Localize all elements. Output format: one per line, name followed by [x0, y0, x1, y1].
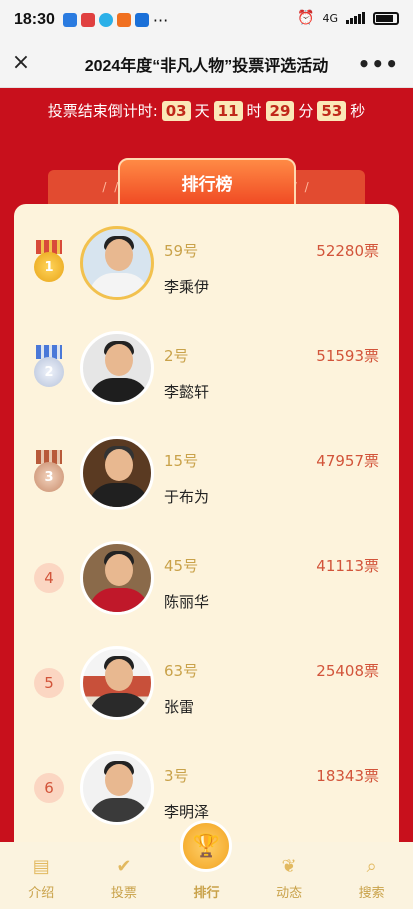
- title-bar: × 2024年度“非凡人物”投票评选活动 •••: [0, 40, 413, 88]
- entry-votes: 47957票: [316, 452, 379, 470]
- entry-number: 59号: [164, 242, 199, 260]
- more-notifications-icon: ···: [152, 10, 169, 30]
- entry-votes: 25408票: [316, 662, 379, 680]
- bronze-medal-icon: 3: [34, 450, 64, 496]
- entry-number: 2号: [164, 347, 189, 365]
- entry-name: 李懿轩: [164, 383, 210, 401]
- nav-vote-label: 投票: [110, 886, 137, 901]
- countdown-day-unit: 天: [194, 102, 210, 120]
- rank-number: 5: [34, 668, 64, 698]
- trophy-icon: 🏆: [180, 820, 233, 872]
- app-red-icon: [80, 13, 95, 27]
- countdown: 投票结束倒计时: 03 天 11 时 29 分 53 秒: [0, 100, 413, 121]
- avatar: [80, 751, 154, 825]
- nav-intro-label: 介绍: [28, 886, 55, 901]
- status-time: 18:30: [14, 11, 55, 28]
- avatar: [80, 226, 154, 300]
- status-bar: 18:30 ··· ⏰ 4G: [0, 0, 413, 40]
- nav-vote[interactable]: ✔ 投票: [89, 854, 159, 902]
- entry-votes: 51593票: [316, 347, 379, 365]
- status-app-icons: ···: [62, 10, 169, 30]
- bottom-nav: ▤ 介绍 ✔ 投票 🏆 排行 ❦ 动态 ⌕ 搜索: [0, 820, 413, 909]
- countdown-hour-unit: 时: [246, 102, 262, 120]
- battery-icon: [373, 11, 399, 25]
- entry-name: 于布为: [164, 488, 210, 506]
- more-options-icon[interactable]: •••: [358, 52, 399, 76]
- entry-name: 李明泽: [164, 803, 210, 821]
- alarm-icon: ⏰: [297, 10, 315, 26]
- search-icon: ⌕: [366, 855, 377, 877]
- close-icon[interactable]: ×: [10, 52, 32, 74]
- countdown-second-unit: 秒: [350, 102, 366, 120]
- silver-medal-icon: 2: [34, 345, 64, 391]
- countdown-label: 投票结束倒计时:: [47, 102, 158, 120]
- countdown-seconds: 53: [317, 100, 347, 121]
- signal-icon: [346, 12, 365, 24]
- rank-number: 4: [34, 563, 64, 593]
- entry-number: 63号: [164, 662, 199, 680]
- countdown-days: 03: [161, 100, 191, 121]
- entry-votes: 18343票: [316, 767, 379, 785]
- ranking-row[interactable]: 5 63号 张雷 25408票: [14, 632, 399, 737]
- vote-icon: ✔: [116, 855, 132, 877]
- ranking-row[interactable]: 4 45号 陈丽华 41113票: [14, 527, 399, 632]
- status-right: ⏰ 4G: [297, 10, 399, 26]
- app-blue2-icon: [134, 13, 149, 27]
- nav-rank[interactable]: 🏆 排行: [171, 820, 241, 901]
- ranking-tab-label: 排行榜: [181, 174, 233, 195]
- app-orange-icon: [116, 13, 131, 27]
- ranking-row[interactable]: 1 59号 李乘伊 52280票: [14, 212, 399, 317]
- app-blue-icon: [98, 13, 113, 27]
- nav-intro[interactable]: ▤ 介绍: [6, 854, 76, 902]
- entry-votes: 52280票: [316, 242, 379, 260]
- ranking-panel: 1 59号 李乘伊 52280票 2 2号 李懿轩 51593票 3 15号 于…: [14, 204, 399, 864]
- nav-rank-label: 排行: [193, 886, 220, 901]
- avatar: [80, 646, 154, 720]
- entry-name: 李乘伊: [164, 278, 210, 296]
- countdown-hours: 11: [213, 100, 243, 121]
- alipay-icon: [62, 13, 77, 27]
- nav-news-label: 动态: [276, 886, 303, 901]
- ranking-tab: 排行榜: [118, 158, 296, 206]
- countdown-minute-unit: 分: [298, 102, 314, 120]
- document-icon: ▤: [32, 855, 50, 877]
- network-label: 4G: [322, 11, 338, 25]
- avatar: [80, 436, 154, 510]
- nav-search[interactable]: ⌕ 搜索: [337, 854, 407, 902]
- entry-number: 3号: [164, 767, 189, 785]
- page-title: 2024年度“非凡人物”投票评选活动: [84, 57, 329, 75]
- nav-news[interactable]: ❦ 动态: [254, 854, 324, 902]
- entry-number: 15号: [164, 452, 199, 470]
- gold-medal-icon: 1: [34, 240, 64, 286]
- avatar: [80, 541, 154, 615]
- nav-search-label: 搜索: [358, 886, 385, 901]
- entry-votes: 41113票: [316, 557, 379, 575]
- entry-number: 45号: [164, 557, 199, 575]
- avatar: [80, 331, 154, 405]
- leaf-icon: ❦: [281, 855, 297, 877]
- rank-number: 6: [34, 773, 64, 803]
- entry-name: 张雷: [164, 698, 195, 716]
- ranking-row[interactable]: 3 15号 于布为 47957票: [14, 422, 399, 527]
- entry-name: 陈丽华: [164, 593, 210, 611]
- ranking-row[interactable]: 2 2号 李懿轩 51593票: [14, 317, 399, 422]
- countdown-minutes: 29: [265, 100, 295, 121]
